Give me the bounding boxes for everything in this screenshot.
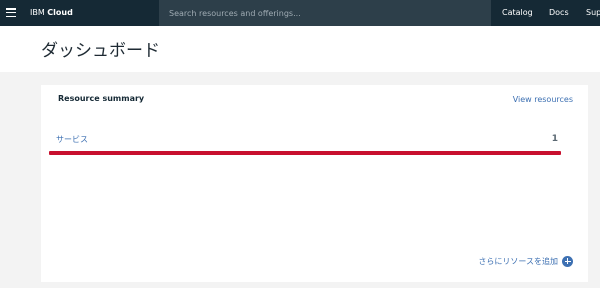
resource-summary-card: Resource summary View resources サービス 1 さ… — [41, 85, 588, 282]
brand-prefix: IBM — [30, 8, 45, 17]
view-resources-link[interactable]: View resources — [513, 95, 573, 104]
ibm-cloud-logo[interactable]: IBM Cloud — [30, 0, 73, 26]
add-resources-link[interactable]: さらにリソースを追加 — [478, 255, 573, 267]
highlight-annotation-bar — [49, 151, 561, 155]
add-circle-icon — [562, 255, 573, 267]
card-title: Resource summary — [58, 94, 145, 103]
search-input[interactable] — [169, 0, 459, 26]
add-resources-label: さらにリソースを追加 — [478, 256, 558, 266]
services-count: 1 — [551, 134, 558, 144]
page-header: ダッシュボード — [0, 26, 600, 72]
services-label: サービス — [56, 135, 88, 144]
search-bar — [159, 0, 491, 26]
nav-catalog[interactable]: Catalog — [502, 0, 533, 26]
nav-docs[interactable]: Docs — [549, 0, 569, 26]
nav-support[interactable]: Sup — [586, 0, 600, 26]
top-navigation-bar: IBM Cloud Catalog Docs Sup — [0, 0, 600, 26]
brand-name: Cloud — [47, 8, 73, 17]
services-row[interactable]: サービス 1 — [49, 129, 561, 159]
hamburger-menu-icon[interactable] — [6, 8, 16, 18]
page-title: ダッシュボード — [41, 41, 160, 61]
